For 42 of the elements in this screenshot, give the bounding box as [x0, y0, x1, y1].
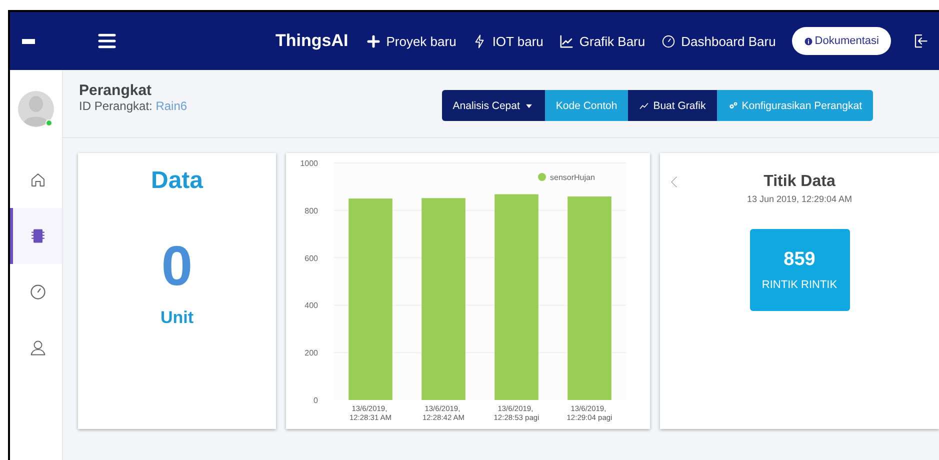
gauge-icon [661, 34, 676, 48]
avatar-icon[interactable] [18, 88, 54, 130]
unit-label: Unit [160, 308, 194, 328]
gear-icon [728, 100, 738, 110]
y-tick-label: 600 [304, 254, 318, 263]
value-label: RINTIK RINTIK [762, 279, 838, 291]
y-tick-label: 400 [304, 301, 318, 310]
bar[interactable] [494, 194, 538, 400]
user-icon [28, 339, 46, 357]
y-tick-label: 200 [304, 348, 318, 358]
sidebar-item[interactable] [10, 208, 62, 264]
menu-icon[interactable] [97, 31, 117, 51]
y-tick-label: 1000 [300, 159, 318, 168]
page-title: Perangkat [79, 82, 153, 99]
card-title: Data [150, 167, 204, 195]
legend-label[interactable]: sensorHujan [550, 173, 595, 182]
documentation-button[interactable]: Dokumentasi [792, 27, 891, 55]
card-title: Titik Data [764, 173, 836, 191]
y-tick-label: 800 [304, 206, 318, 216]
minimize-icon[interactable] [22, 38, 35, 44]
bar[interactable] [348, 198, 392, 400]
action-button[interactable]: Buat Grafik [628, 90, 717, 121]
gauge-icon [28, 283, 46, 301]
nav-link[interactable]: IOT baru [472, 34, 544, 48]
plus-icon [366, 34, 382, 48]
timestamp: 13 Jun 2019, 12:29:04 AM [746, 194, 852, 204]
bar[interactable] [568, 196, 612, 400]
info-icon [804, 36, 813, 46]
line-chart-icon [559, 34, 574, 48]
app-logo[interactable]: ThingsAI [276, 31, 348, 51]
chip-icon [28, 227, 46, 245]
data-value: 0 [161, 233, 193, 298]
nav-link[interactable]: Grafik Baru [559, 34, 646, 48]
nav-link[interactable]: Dashboard Baru [661, 34, 776, 48]
device-id: ID Perangkat: Rain6 [79, 99, 188, 113]
action-button[interactable]: Analisis Cepat [442, 90, 545, 121]
home-icon [28, 171, 46, 189]
y-tick-label: 0 [314, 396, 318, 405]
bar[interactable] [422, 198, 466, 400]
line-chart-icon [639, 100, 650, 110]
value-text: 859 [784, 249, 816, 271]
nav-link[interactable]: Proyek baru [366, 34, 456, 48]
